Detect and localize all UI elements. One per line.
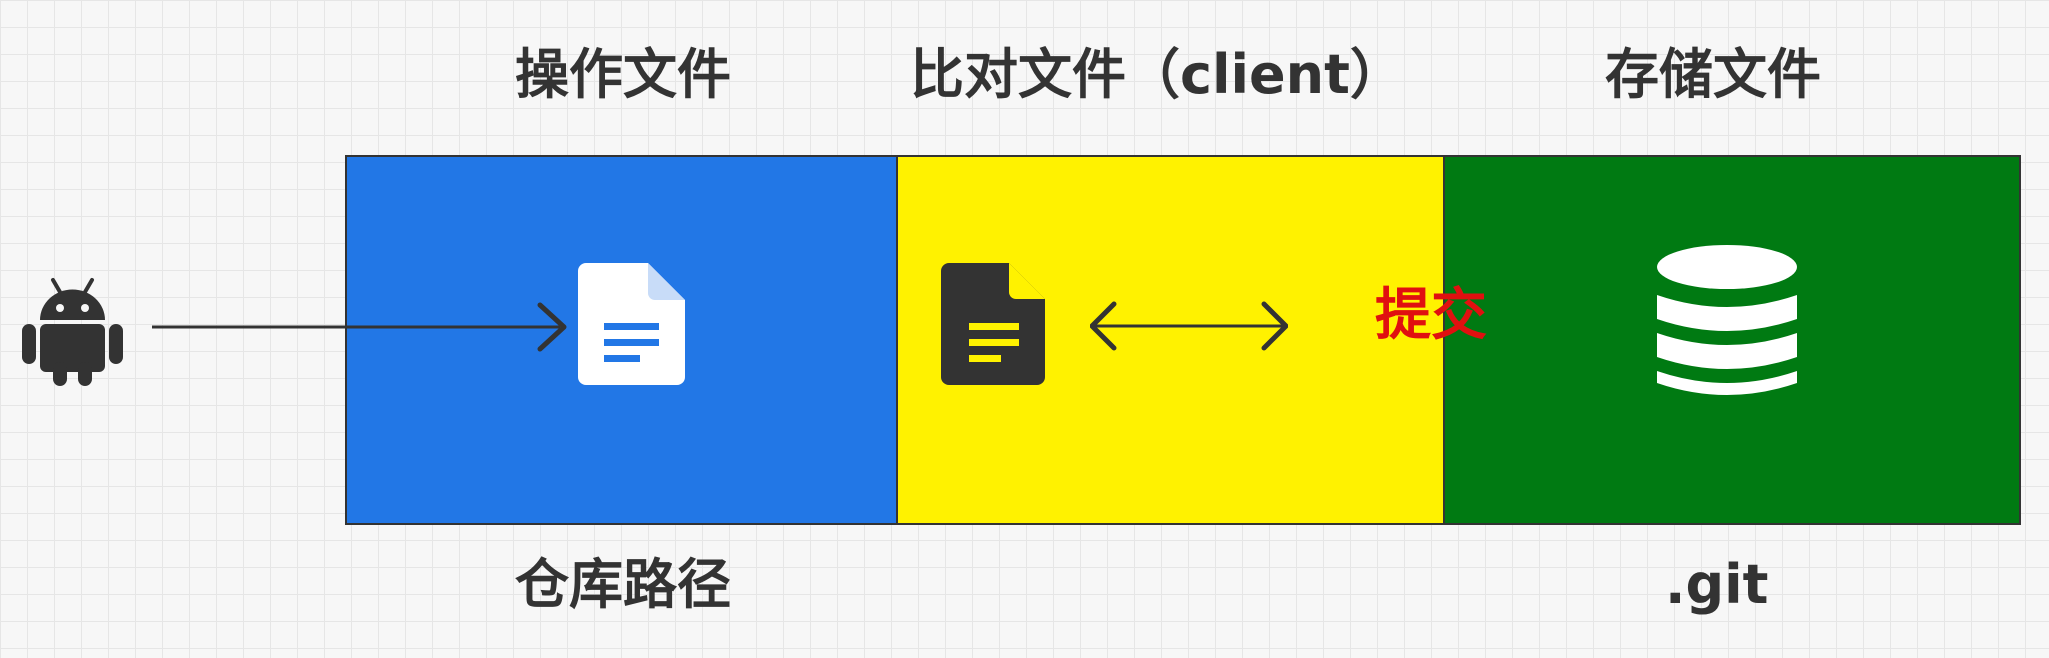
label-store-files: 存储文件 — [1605, 43, 1821, 106]
arrow-right-icon — [152, 302, 567, 352]
document-icon — [578, 263, 685, 385]
double-arrow-icon — [1090, 301, 1288, 351]
commit-label: 提交 — [1375, 283, 1487, 348]
label-operate-files: 操作文件 — [515, 43, 731, 106]
label-compare-files: 比对文件（client） — [910, 43, 1404, 106]
label-git-dir: .git — [1665, 553, 1769, 616]
label-repo-path: 仓库路径 — [515, 553, 731, 616]
document-icon — [941, 263, 1045, 385]
database-icon — [1657, 245, 1797, 395]
android-icon — [22, 278, 123, 386]
